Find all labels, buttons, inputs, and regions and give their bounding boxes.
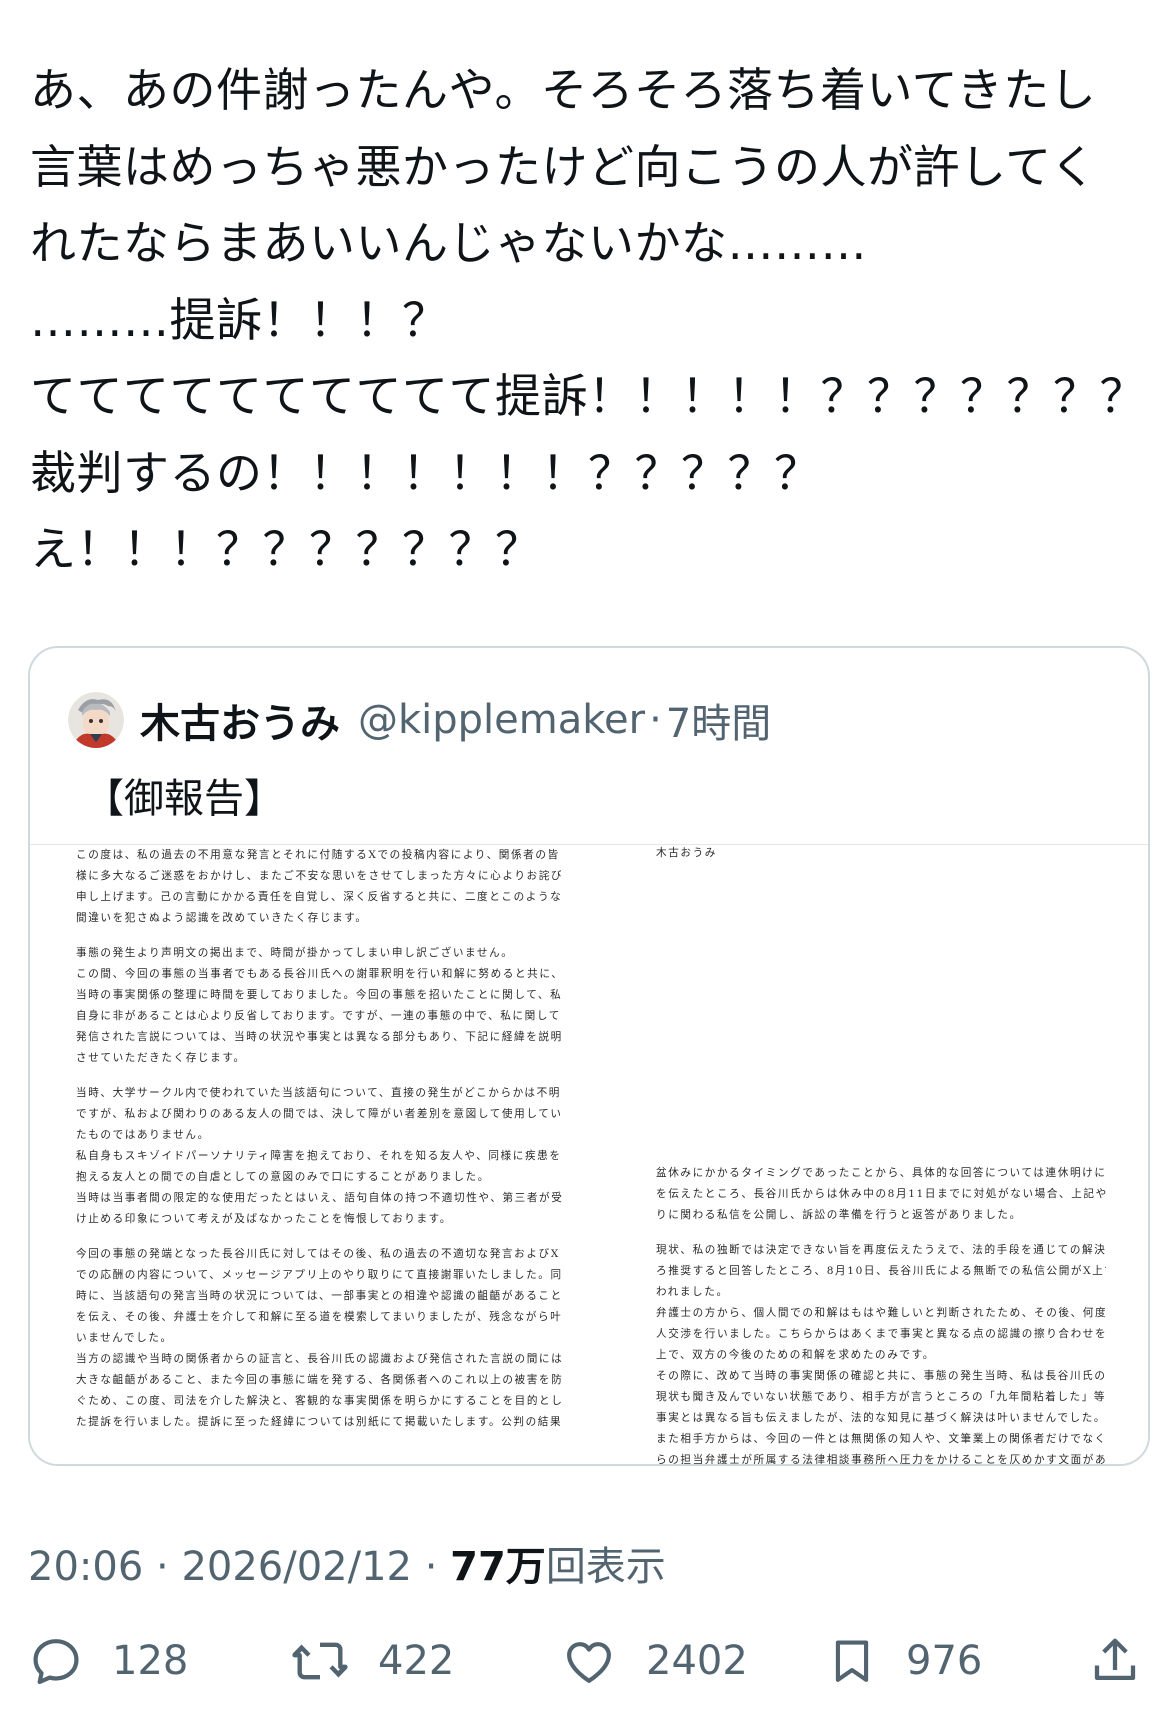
document-paragraph: 当時、大学サークル内で使われていた当該語句について、直接の発生がどこからかは不明… — [76, 1083, 572, 1230]
tweet-text-line: てててててててててて提訴！！！！！？？？？？？？ — [30, 369, 1146, 423]
document-line: 自身に非があることは心より反省しております。ですが、一連の事態の中で、私に関して — [76, 1010, 561, 1022]
document-line: 事実とは異なる旨も伝えましたが、法的な知見に基づく解決は叶いませんでした。 — [656, 1412, 1106, 1424]
heart-icon — [560, 1633, 618, 1689]
post-date[interactable]: 2026/02/12 — [181, 1544, 412, 1590]
avatar[interactable] — [68, 692, 124, 748]
document-line: 当時、大学サークル内で使われていた当該語句について、直接の発生がどこからかは不明 — [76, 1087, 561, 1099]
quoted-timestamp[interactable]: 7時間 — [666, 691, 771, 749]
document-line: ろ推奨すると回答したところ、8月10日、長谷川氏による無断での私信公開がX上で行 — [656, 1265, 1106, 1277]
meta-separator: · — [411, 1544, 451, 1590]
document-line: らの担当弁護士が所属する法律相談事務所へ圧力をかけることを仄めかす文面がありまし — [656, 1454, 1106, 1465]
document-line: 当時の事実関係の整理に時間を要しておりました。今回の事態を招いたことに関して、私 — [76, 989, 563, 1001]
document-line: け止める印象について考えが及ばなかったことを悔恨しております。 — [76, 1213, 452, 1225]
document-line: での応酬の内容について、メッセージアプリ上のやり取りにて直接謝罪いたしました。同 — [76, 1269, 563, 1281]
document-line: また相手方からは、今回の一件とは無関係の知人や、文筆業上の関係者だけでなく、こち — [656, 1433, 1106, 1445]
quoted-tweet-text: 【御報告】 — [84, 776, 284, 822]
document-line: 大きな齟齬があること、また今回の事態に端を発する、各関係者へのこれ以上の被害を防 — [76, 1374, 564, 1386]
document-line: りに関わる私信を公開し、訴訟の準備を行うと返答がありました。 — [656, 1209, 1022, 1221]
repost-button[interactable]: 422 — [290, 1626, 454, 1696]
document-line: 抱える友人との間での自虐としての意図のみで口にすることがありました。 — [76, 1171, 490, 1183]
document-page-right: 木古おうみ 盆休みにかかるタイミングであったことから、具体的な回答については連休… — [656, 845, 1106, 1465]
tweet-meta: 20:06 · 2026/02/12 · 77万回表示 — [28, 1534, 666, 1592]
document-line: ぐため、この度、司法を介した解決と、客観的な事実関係を明らかにすることを目的とし — [76, 1395, 564, 1407]
reply-count: 128 — [112, 1638, 189, 1684]
document-right-body: 盆休みにかかるタイミングであったことから、具体的な回答については連休明けになる旨… — [656, 1163, 1106, 1465]
separator-dot: · — [649, 697, 662, 743]
document-paragraph: 事態の発生より声明文の掲出まで、時間が掛かってしまい申し訳ございません。この間、… — [76, 943, 572, 1069]
bookmark-count: 976 — [906, 1638, 983, 1684]
like-count: 2402 — [646, 1638, 748, 1684]
post-time[interactable]: 20:06 — [28, 1544, 143, 1590]
document-line: を伝えたところ、長谷川氏からは休み中の8月11日までに対処がない場合、上記やり取 — [656, 1188, 1106, 1200]
quoted-tweet-header: 木古おうみ @kipplemaker · 7時間 — [68, 688, 771, 752]
document-line: 現状も聞き及んでいない状態であり、相手方が言うところの「九年間粘着した」等は全く — [656, 1391, 1106, 1403]
document-author-name: 木古おうみ — [656, 847, 717, 859]
tweet-text-line: ………提訴！！！？ — [30, 292, 449, 347]
quoted-attached-image[interactable]: この度は、私の過去の不用意な発言とそれに付随するXでの投稿内容により、関係者の皆… — [30, 844, 1148, 1465]
reply-button[interactable]: 128 — [28, 1626, 188, 1696]
repost-icon — [290, 1633, 350, 1689]
document-line: ですが、私および関わりのある友人の間では、決して障がい者差別を意図して使用してい — [76, 1108, 563, 1120]
tweet-text-line: 言葉はめっちゃ悪かったけど向こうの人が許してく — [30, 139, 1097, 194]
document-line: た提訴を行いました。提訴に至った経緯については別紙にて掲載いたします。公判の結果 — [76, 1416, 563, 1428]
document-line: 人交渉を行いました。こちらからはあくまで事実と異なる点の認識の擦り合わせを行った — [656, 1328, 1106, 1340]
bookmark-button[interactable]: 976 — [826, 1626, 982, 1696]
document-line: 事態の発生より声明文の掲出まで、時間が掛かってしまい申し訳ございません。 — [76, 947, 514, 959]
document-line: 弁護士の方から、個人間での和解はもはや難しいと判断されたため、その後、何度か代理 — [656, 1307, 1106, 1319]
document-line: 盆休みにかかるタイミングであったことから、具体的な回答については連休明けになる旨 — [656, 1167, 1106, 1179]
document-line: させていただきたく存じます。 — [76, 1052, 246, 1064]
bookmark-icon — [826, 1633, 878, 1689]
reply-icon — [28, 1633, 84, 1689]
share-icon — [1088, 1633, 1142, 1689]
document-page-left: この度は、私の過去の不用意な発言とそれに付随するXでの投稿内容により、関係者の皆… — [76, 845, 572, 1464]
document-line: たものではありません。 — [76, 1129, 210, 1141]
document-line: 申し上げます。己の言動にかかる責任を自覚し、深く反省すると共に、二度とこのような — [76, 891, 563, 903]
document-line: 当方の認識や当時の関係者からの証言と、長谷川氏の認識および発信された言説の間には — [76, 1353, 564, 1365]
quoted-handle[interactable]: @kipplemaker — [358, 697, 645, 743]
document-paragraph: 今回の事態の発端となった長谷川氏に対してはその後、私の過去の不適切な発言およびX… — [76, 1244, 572, 1433]
document-line: 今回の事態の発端となった長谷川氏に対してはその後、私の過去の不適切な発言およびX — [76, 1248, 560, 1260]
quoted-tweet-card[interactable]: 木古おうみ @kipplemaker · 7時間 【御報告】 この度は、私の過去… — [28, 646, 1150, 1466]
tweet-text-line: れたならまあいいんじゃないかな……… — [30, 216, 867, 270]
document-line: を伝え、その後、弁護士を介して和解に至る道を模索してまいりましたが、残念ながら叶 — [76, 1311, 563, 1323]
document-line: この間、今回の事態の当事者でもある長谷川氏への謝罪釈明を行い和解に努めると共に、 — [76, 968, 564, 980]
repost-count: 422 — [378, 1638, 455, 1684]
quoted-display-name[interactable]: 木古おうみ — [140, 691, 340, 749]
views-count: 77万 — [450, 1544, 546, 1590]
document-paragraph: 現状、私の独断では決定できない旨を再度伝えたうえで、法的手段を通じての解決はむし… — [656, 1240, 1106, 1465]
document-line: 様に多大なるご迷惑をおかけし、またご不安な思いをさせてしまった方々に心よりお詫び — [76, 870, 564, 882]
document-paragraph: この度は、私の過去の不用意な発言とそれに付随するXでの投稿内容により、関係者の皆… — [76, 845, 572, 929]
tweet-text-line: 裁判するの！！！！！！！？？？？？ — [30, 445, 821, 500]
document-line: この度は、私の過去の不用意な発言とそれに付随するXでの投稿内容により、関係者の皆 — [76, 849, 560, 861]
document-line: その際に、改めて当時の事実関係の確認と共に、事態の発生当時、私は長谷川氏の職業も — [656, 1370, 1106, 1382]
document-paragraph: 盆休みにかかるタイミングであったことから、具体的な回答については連休明けになる旨… — [656, 1163, 1106, 1226]
document-line: 現状、私の独断では決定できない旨を再度伝えたうえで、法的手段を通じての解決はむし — [656, 1244, 1106, 1256]
document-line: 私自身もスキゾイドパーソナリティ障害を抱えており、それを知る友人や、同様に疾患を — [76, 1150, 562, 1162]
document-line: われました。 — [656, 1286, 729, 1298]
tweet-text-line: あ、あの件謝ったんや。そろそろ落ち着いてきたし — [30, 63, 1097, 117]
document-line: 当時は当事者間の限定的な使用だったとはいえ、語句自体の持つ不適切性や、第三者が受 — [76, 1192, 564, 1204]
meta-separator: · — [143, 1544, 182, 1590]
document-line: いませんでした。 — [76, 1332, 173, 1344]
document-line: 時に、当該語句の発言当時の状況については、一部事実との相違や認識の齟齬があること — [76, 1290, 563, 1302]
document-line: 発信された言説については、当時の状況や事実とは異なる部分もあり、下記に経緯を説明 — [76, 1031, 563, 1043]
like-button[interactable]: 2402 — [560, 1626, 748, 1696]
share-button[interactable] — [1088, 1626, 1142, 1696]
document-line: 上で、双方の今後のための和解を求めたのみです。 — [656, 1349, 935, 1361]
tweet-text-line: え！！！？？？？？？？ — [30, 522, 542, 576]
tweet-text: あ、あの件謝ったんや。そろそろ落ち着いてきたし 言葉はめっちゃ悪かったけど向こう… — [30, 52, 1146, 588]
document-line: 間違いを犯さぬよう認識を改めていきたく存じます。 — [76, 912, 368, 924]
views-label: 回表示 — [545, 1544, 666, 1590]
action-bar: 128 422 2402 976 — [0, 1626, 1170, 1696]
